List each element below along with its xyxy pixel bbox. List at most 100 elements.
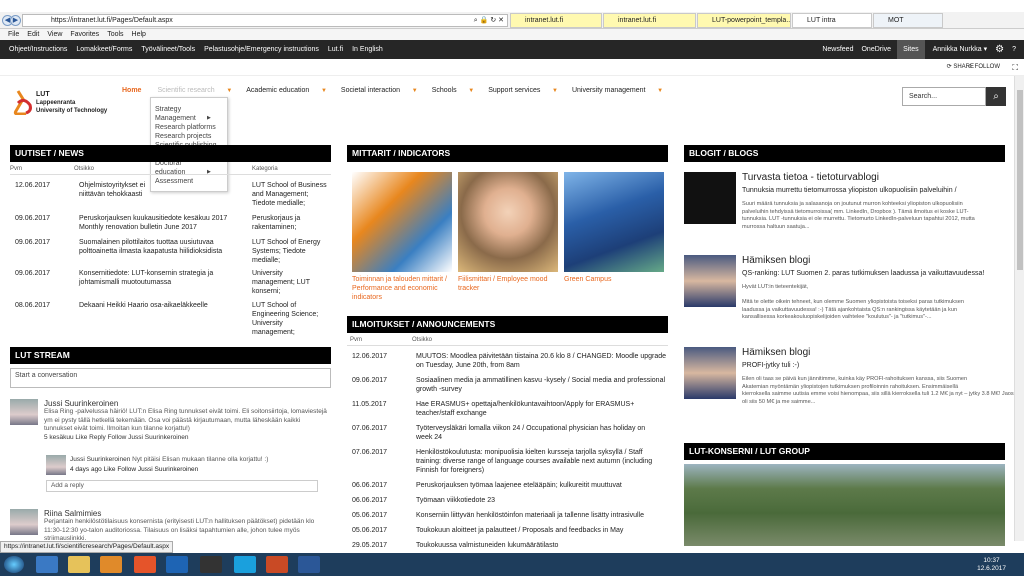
search-icon[interactable]: ⌕	[986, 87, 1006, 106]
word-icon[interactable]	[298, 556, 320, 573]
outlook-icon[interactable]	[166, 556, 188, 573]
lut-logo[interactable]: LUT Lappeenranta University of Technolog…	[12, 89, 107, 117]
follow-button[interactable]: ☆ FOLLOW	[968, 59, 1000, 76]
announcement-title[interactable]: Henkilöstökoulutusta: monipuolisia kielt…	[416, 448, 652, 475]
menu-file[interactable]: File	[8, 31, 19, 38]
terminal-icon[interactable]	[200, 556, 222, 573]
announcement-row[interactable]: 06.06.2017 Peruskorjauksen työmaa laajene…	[347, 481, 668, 490]
blog-title[interactable]: Hämiksen blogi	[742, 255, 810, 266]
menu-view[interactable]: View	[47, 31, 62, 38]
indicator-link-performance[interactable]: Toiminnan ja talouden mittarit / Perform…	[352, 275, 456, 302]
forward-icon[interactable]: ▶	[10, 15, 21, 26]
suite-link[interactable]: In English	[352, 46, 383, 53]
search-input[interactable]: Search...	[902, 87, 986, 106]
suite-link[interactable]: Lomakkeet/Forms	[76, 46, 132, 53]
reply-author[interactable]: Jussi Suurinkeroinen	[70, 456, 130, 463]
post-author[interactable]: Riina Salmimies	[44, 509, 329, 518]
news-title[interactable]: Ohjelmistoyritykset ei niittävän tehokka…	[79, 181, 145, 199]
indicator-link-mood[interactable]: Fiilismittari / Employee mood tracker	[458, 275, 562, 293]
refresh-icon[interactable]: ⌕ 🔒 ↻ ✕	[474, 15, 504, 26]
menu-edit[interactable]: Edit	[27, 31, 39, 38]
blog-thumbnail[interactable]	[684, 172, 736, 224]
announcement-title[interactable]: Peruskorjauksen työmaa laajenee etelääpä…	[416, 481, 622, 490]
user-menu[interactable]: Annikka Nurkka ▾	[933, 40, 988, 59]
suite-newsfeed[interactable]: Newsfeed	[822, 40, 853, 59]
browser-tab[interactable]: LUT-powerpoint_templa...	[697, 13, 791, 28]
internet-explorer-icon[interactable]	[36, 556, 58, 573]
announcement-title[interactable]: Työterveysläkäri lomalla viikon 24 / Occ…	[416, 424, 645, 442]
blog-thumbnail[interactable]	[684, 255, 736, 307]
suite-link[interactable]: Pelastusohje/Emergency instructions	[204, 46, 319, 53]
suite-link[interactable]: Ohjeet/Instructions	[9, 46, 67, 53]
menu-help[interactable]: Help	[132, 31, 146, 38]
announcement-row[interactable]: 06.06.2017 Työmaan viikkotiedote 23	[347, 496, 668, 505]
indicator-image-green-campus[interactable]	[564, 172, 664, 272]
add-reply-input[interactable]: Add a reply	[46, 480, 318, 492]
nav-item[interactable]: Academic education ▼	[246, 87, 333, 94]
blog-thumbnail[interactable]	[684, 347, 736, 399]
indicator-link-green-campus[interactable]: Green Campus	[564, 275, 664, 284]
announcement-row[interactable]: 07.06.2017 Henkilöstökoulutusta: monipuol…	[347, 448, 668, 475]
news-title[interactable]: Konsernitiedote: LUT-konsernin strategia…	[79, 269, 213, 287]
focus-icon[interactable]: ⛶	[1012, 59, 1018, 76]
announcement-row[interactable]: 07.06.2017 Työterveysläkäri lomalla viiko…	[347, 424, 668, 442]
nav-item[interactable]: Schools ▼	[432, 87, 481, 94]
start-button-icon[interactable]	[4, 556, 24, 573]
news-title[interactable]: Suomalainen pilottilaitos tuottaa uusiut…	[79, 238, 222, 256]
announcement-title[interactable]: Työmaan viikkotiedote 23	[416, 496, 495, 505]
blog-title[interactable]: Turvasta tietoa - tietoturvablogi	[742, 172, 879, 183]
browser-tab[interactable]: intranet.lut.fi	[603, 13, 696, 28]
post-author[interactable]: Jussi Suurinkeroinen	[44, 399, 329, 408]
announcement-row[interactable]: 05.06.2017 Toukokuun aloitteet ja palautt…	[347, 526, 668, 535]
browser-tab[interactable]: intranet.lut.fi	[510, 13, 602, 28]
dropdown-item[interactable]: Strategy	[155, 105, 223, 114]
announcement-title[interactable]: Sosiaalinen media ja ammatillinen kasvu …	[416, 376, 665, 394]
indicator-image-performance[interactable]	[352, 172, 452, 272]
post-actions[interactable]: 5 kesäkuu Like Reply Follow Jussi Suurin…	[44, 434, 329, 441]
announcement-title[interactable]: Toukokuussa valmistuneiden lukumäärätila…	[416, 541, 558, 550]
announcement-title[interactable]: Toukokuun aloitteet ja palautteet / Prop…	[416, 526, 623, 535]
announcement-title[interactable]: MUUTOS: Moodlea päivitetään tiistaina 20…	[416, 352, 666, 370]
nav-item[interactable]: Home	[122, 87, 147, 94]
nav-item[interactable]: Societal interaction ▼	[341, 87, 424, 94]
news-title[interactable]: Peruskorjauksen kuukausitiedote kesäkuu …	[79, 214, 227, 232]
suite-link[interactable]: Työvälineet/Tools	[141, 46, 195, 53]
menu-tools[interactable]: Tools	[107, 31, 123, 38]
announcement-title[interactable]: Hae ERASMUS+ opettaja/henkilökuntavaihto…	[416, 400, 634, 418]
browser-tab[interactable]: LUT intra	[792, 13, 872, 28]
system-clock[interactable]: 10:37 12.6.2017	[977, 557, 1006, 573]
announcement-row[interactable]: 05.06.2017 Konserniin liittyvän henkilöst…	[347, 511, 668, 520]
scrollbar-thumb[interactable]	[1017, 90, 1023, 270]
indicator-image-mood[interactable]	[458, 172, 558, 272]
url-field[interactable]: https://intranet.lut.fi/Pages/Default.as…	[22, 14, 508, 27]
dropdown-item[interactable]: Research platforms	[155, 123, 223, 132]
suite-sites[interactable]: Sites	[897, 40, 925, 59]
firefox-icon[interactable]	[134, 556, 156, 573]
file-explorer-icon[interactable]	[68, 556, 90, 573]
announcement-row[interactable]: 09.06.2017 Sosiaalinen media ja ammatilli…	[347, 376, 668, 394]
media-player-icon[interactable]	[100, 556, 122, 573]
blog-title[interactable]: Hämiksen blogi	[742, 347, 810, 358]
announcement-row[interactable]: 12.06.2017 MUUTOS: Moodlea päivitetään ti…	[347, 352, 668, 370]
menu-favorites[interactable]: Favorites	[70, 31, 99, 38]
announcement-row[interactable]: 11.05.2017 Hae ERASMUS+ opettaja/henkilök…	[347, 400, 668, 418]
scrollbar[interactable]	[1014, 76, 1024, 541]
suite-link[interactable]: Lut.fi	[328, 46, 343, 53]
nav-item[interactable]: Support services ▼	[488, 87, 564, 94]
suite-onedrive[interactable]: OneDrive	[861, 40, 891, 59]
browser-tab[interactable]: MOT	[873, 13, 943, 28]
reply-actions[interactable]: 4 days ago Like Follow Jussi Suurinkeroi…	[70, 465, 325, 475]
campus-aerial-image[interactable]	[684, 464, 1005, 546]
gear-icon[interactable]: ⚙	[995, 40, 1004, 59]
start-conversation-input[interactable]: Start a conversation	[10, 368, 331, 388]
nav-item[interactable]: University management ▼	[572, 87, 669, 94]
announcement-title[interactable]: Konserniin liittyvän henkilöstöinfon mat…	[416, 511, 644, 520]
dropdown-item[interactable]: Research projects	[155, 132, 223, 141]
news-title[interactable]: Dekaani Heikki Haario osa-aikaeläkkeelle	[79, 301, 208, 310]
nav-item[interactable]: Scientific research ▼	[157, 87, 238, 94]
skype-icon[interactable]	[234, 556, 256, 573]
help-icon[interactable]: ?	[1012, 40, 1016, 59]
announcement-row[interactable]: 29.05.2017 Toukokuussa valmistuneiden luk…	[347, 541, 668, 550]
dropdown-item[interactable]: Management ▶	[155, 114, 223, 123]
powerpoint-icon[interactable]	[266, 556, 288, 573]
